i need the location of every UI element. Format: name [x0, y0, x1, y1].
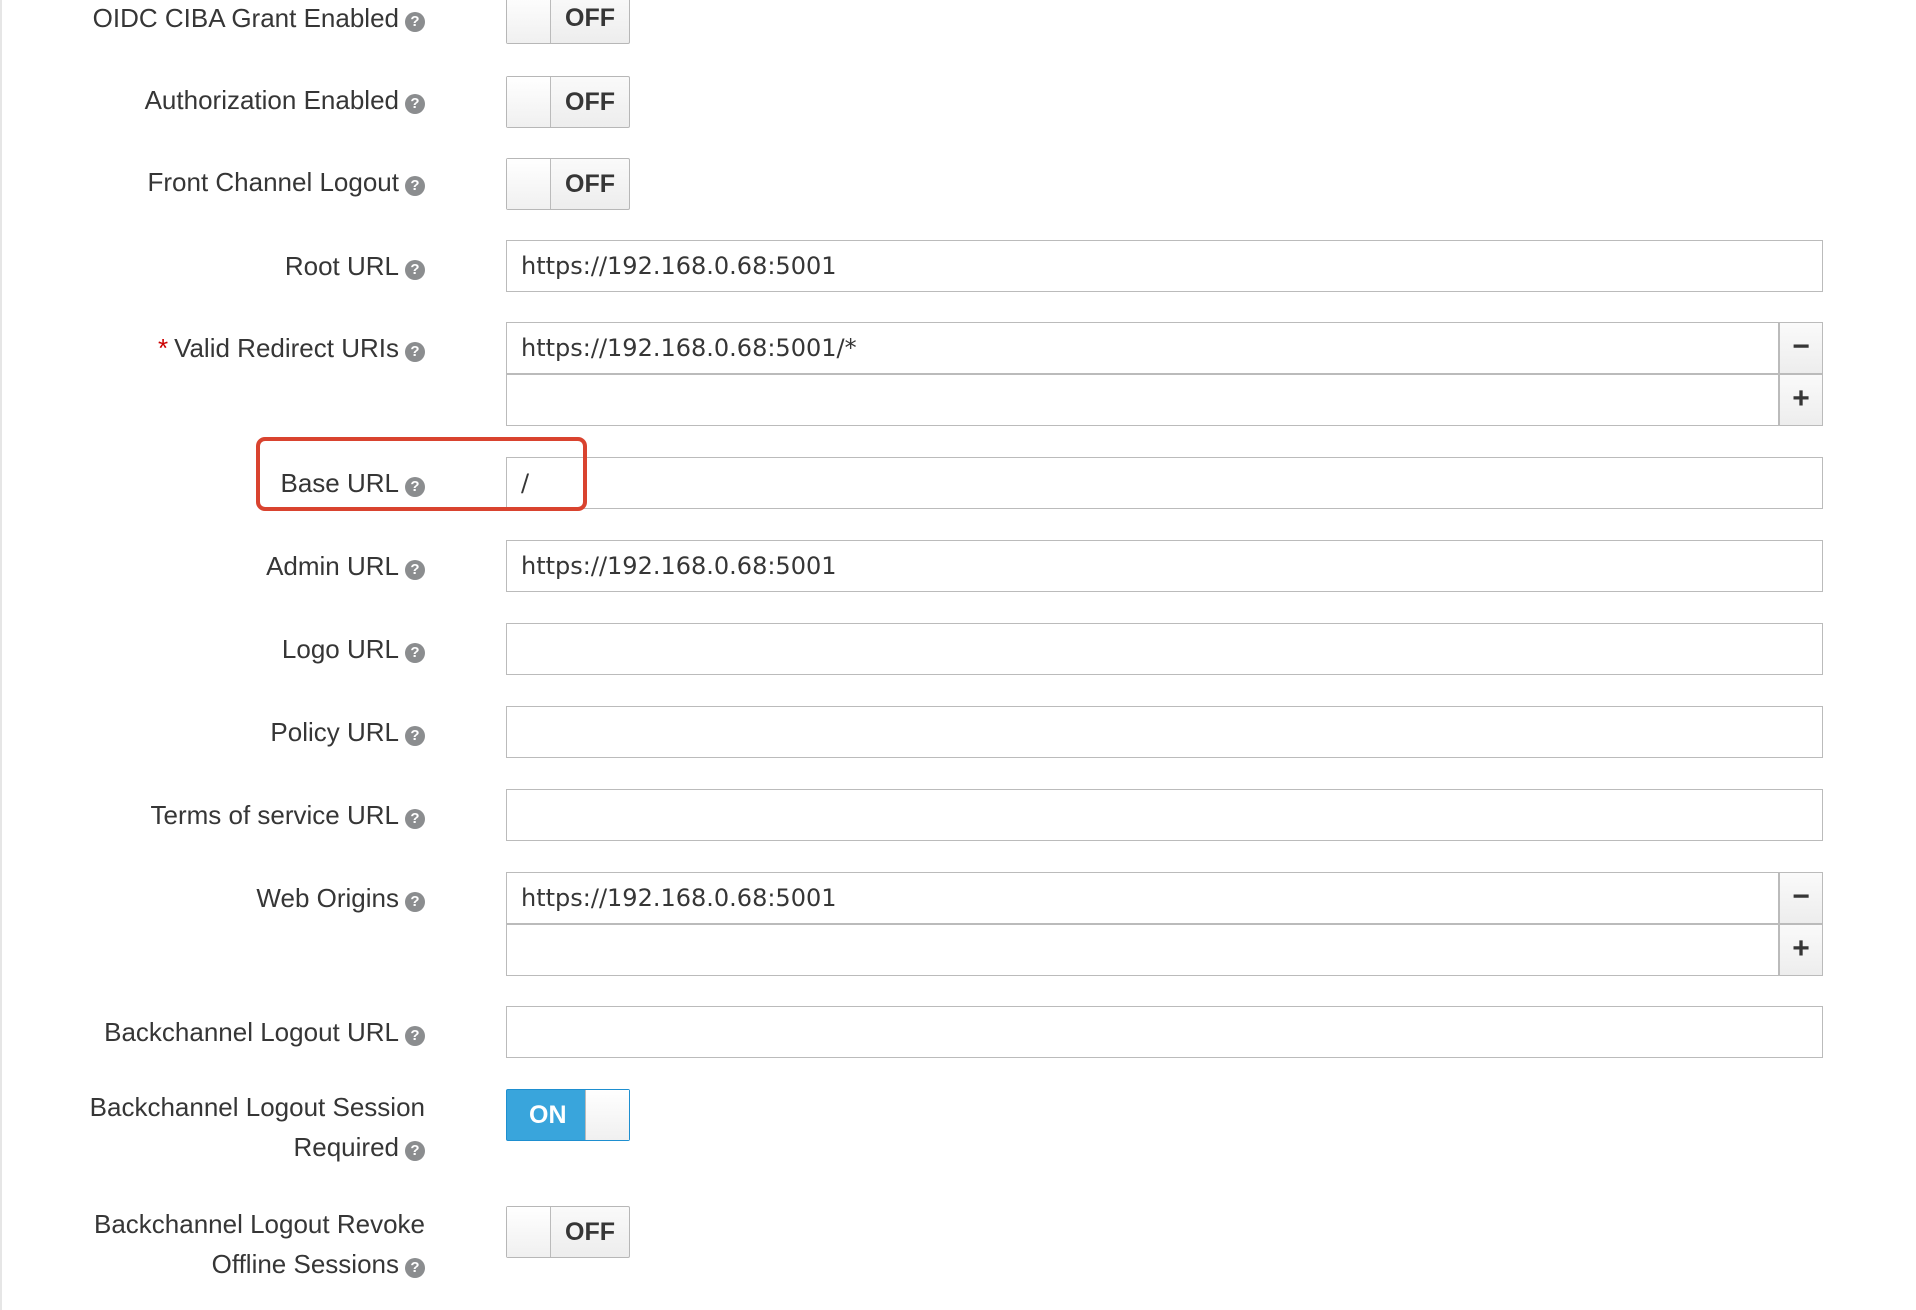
help-icon[interactable]: ?: [405, 809, 425, 829]
backchannel-revoke-label: Backchannel Logout Revoke Offline Session…: [93, 1209, 425, 1279]
help-icon[interactable]: ?: [405, 726, 425, 746]
help-icon[interactable]: ?: [405, 12, 425, 32]
web-origins-label: Web Origins?: [25, 878, 425, 918]
help-icon[interactable]: ?: [405, 1026, 425, 1046]
valid-redirect-input-2[interactable]: [506, 374, 1779, 426]
add-web-origin-button[interactable]: +: [1779, 924, 1823, 976]
help-icon[interactable]: ?: [405, 94, 425, 114]
backchannel-revoke-toggle[interactable]: OFF: [506, 1206, 630, 1258]
front-channel-label: Front Channel Logout?: [25, 162, 425, 202]
backchannel-url-input[interactable]: [506, 1006, 1823, 1058]
base-url-label: Base URL?: [25, 463, 425, 503]
front-channel-toggle[interactable]: OFF: [506, 158, 630, 210]
help-icon[interactable]: ?: [405, 892, 425, 912]
help-icon[interactable]: ?: [405, 477, 425, 497]
logo-url-input[interactable]: [506, 623, 1823, 675]
admin-url-label: Admin URL?: [25, 546, 425, 586]
help-icon[interactable]: ?: [405, 643, 425, 663]
oidc-ciba-toggle[interactable]: OFF: [506, 0, 630, 44]
page-left-border: [0, 0, 2, 1310]
root-url-label: Root URL?: [25, 246, 425, 286]
backchannel-session-label: Backchannel Logout Session Required?: [89, 1092, 425, 1162]
add-redirect-button[interactable]: +: [1779, 374, 1823, 426]
authorization-toggle[interactable]: OFF: [506, 76, 630, 128]
logo-url-label: Logo URL?: [25, 629, 425, 669]
policy-url-label: Policy URL?: [25, 712, 425, 752]
base-url-input[interactable]: /: [506, 457, 1823, 509]
help-icon[interactable]: ?: [405, 176, 425, 196]
help-icon[interactable]: ?: [405, 1141, 425, 1161]
valid-redirect-input-1[interactable]: https://192.168.0.68:5001/*: [506, 322, 1779, 374]
admin-url-input[interactable]: https://192.168.0.68:5001: [506, 540, 1823, 592]
web-origins-input-1[interactable]: https://192.168.0.68:5001: [506, 872, 1779, 924]
web-origins-input-2[interactable]: [506, 924, 1779, 976]
valid-redirect-label: * Valid Redirect URIs?: [25, 328, 425, 368]
policy-url-input[interactable]: [506, 706, 1823, 758]
help-icon[interactable]: ?: [405, 260, 425, 280]
oidc-ciba-label: OIDC CIBA Grant Enabled?: [25, 0, 425, 38]
remove-web-origin-button[interactable]: −: [1779, 872, 1823, 924]
tos-url-input[interactable]: [506, 789, 1823, 841]
required-marker: *: [157, 333, 169, 363]
backchannel-session-toggle[interactable]: ON: [506, 1089, 630, 1141]
root-url-input[interactable]: https://192.168.0.68:5001: [506, 240, 1823, 292]
authorization-label: Authorization Enabled?: [25, 80, 425, 120]
help-icon[interactable]: ?: [405, 342, 425, 362]
help-icon[interactable]: ?: [405, 1258, 425, 1278]
tos-url-label: Terms of service URL?: [25, 795, 425, 835]
help-icon[interactable]: ?: [405, 560, 425, 580]
backchannel-url-label: Backchannel Logout URL?: [25, 1012, 425, 1052]
remove-redirect-button[interactable]: −: [1779, 322, 1823, 374]
